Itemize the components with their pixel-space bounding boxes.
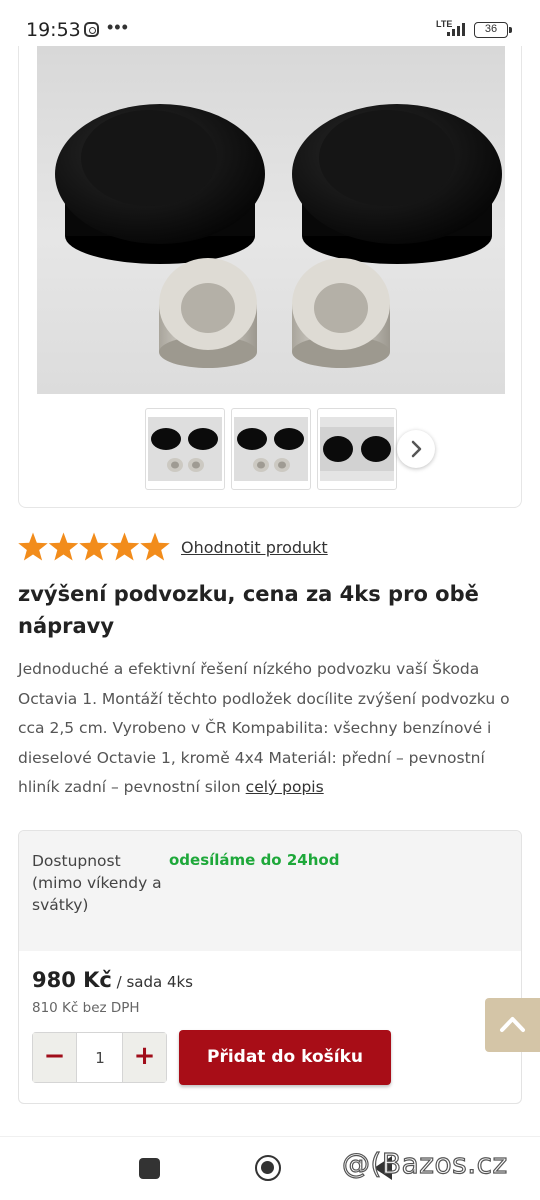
battery-icon: 36: [474, 22, 512, 38]
availability-section: Dostupnost (mimo víkendy a svátky) odesí…: [19, 831, 521, 951]
product-title: zvýšení podvozku, cena za 4ks pro obě ná…: [18, 582, 479, 638]
description-text: Jednoduché a efektivní řešení nízkého po…: [18, 660, 510, 796]
quantity-stepper: − +: [32, 1032, 167, 1083]
thumbnail-image: [234, 417, 308, 481]
scroll-to-top-button[interactable]: [485, 998, 540, 1052]
thumbnail-3[interactable]: [317, 408, 397, 490]
product-description: Jednoduché a efektivní řešení nízkého po…: [18, 655, 526, 803]
price-unit: / sada 4ks: [111, 973, 193, 991]
add-to-cart-button[interactable]: Přidat do košíku: [179, 1030, 391, 1085]
rate-product-link[interactable]: Ohodnotit produkt: [181, 538, 328, 557]
product-gallery: [18, 46, 522, 508]
instagram-icon: [84, 22, 99, 37]
home-icon[interactable]: [255, 1155, 281, 1181]
price-row: 980 Kč / sada 4ks: [32, 968, 193, 992]
thumbnail-1[interactable]: [145, 408, 225, 490]
signal-icon: [447, 23, 465, 36]
recents-icon[interactable]: [139, 1158, 160, 1179]
star-icon[interactable]: [18, 532, 48, 561]
thumbnail-image: [320, 417, 394, 481]
availability-value: odesíláme do 24hod: [169, 851, 340, 869]
thumbnail-image: [148, 417, 222, 481]
gallery-next-button[interactable]: [397, 430, 435, 468]
star-icon[interactable]: [79, 532, 109, 561]
status-time: 19:53: [26, 19, 81, 41]
star-icon[interactable]: [109, 532, 140, 561]
product-main-photo[interactable]: [37, 46, 505, 394]
chevron-up-icon: [500, 1017, 525, 1032]
more-notifications-icon: •••: [107, 17, 129, 37]
quantity-increase-button[interactable]: +: [122, 1033, 166, 1082]
rating-stars[interactable]: [18, 531, 170, 563]
product-photo-illustration: [55, 104, 502, 368]
full-description-link[interactable]: celý popis: [246, 778, 324, 796]
star-icon[interactable]: [140, 532, 170, 561]
quantity-decrease-button[interactable]: −: [33, 1033, 77, 1082]
thumbnail-2[interactable]: [231, 408, 311, 490]
buy-box: Dostupnost (mimo víkendy a svátky) odesí…: [18, 830, 522, 1104]
watermark: @(Bazos.cz: [341, 1146, 508, 1180]
status-bar: 19:53 ••• LTE 36: [0, 0, 540, 46]
availability-label: Dostupnost (mimo víkendy a svátky): [32, 852, 162, 914]
star-icon[interactable]: [48, 532, 79, 561]
quantity-input[interactable]: [78, 1033, 122, 1082]
price: 980 Kč: [32, 968, 112, 992]
chevron-right-icon: [411, 440, 422, 458]
price-without-vat: 810 Kč bez DPH: [32, 1000, 140, 1016]
